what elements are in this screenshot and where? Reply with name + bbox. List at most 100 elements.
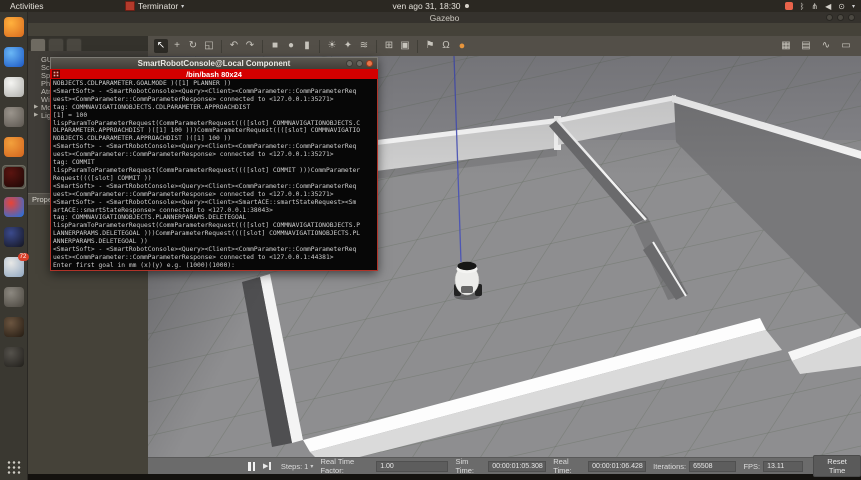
expand-arrow-icon: ▶ (34, 112, 41, 118)
ubuntu-dock: 72 (0, 12, 28, 480)
terminal-line: NOBJECTS.CDLPARAMETER.GOALMODE )([1] PLA… (53, 80, 375, 88)
screenshot-icon[interactable]: ▦ (779, 39, 793, 53)
gazebo-menubar (28, 23, 861, 37)
real-time-label: Real Time: (553, 457, 585, 475)
box-shape-icon[interactable]: ■ (268, 39, 282, 53)
select-tool-icon[interactable]: ↖ (154, 39, 168, 53)
gnome-top-bar: Activities Terminator ▾ ven ago 31, 18:3… (0, 0, 861, 12)
topic-visualization-icon[interactable]: ▭ (839, 39, 853, 53)
terminal-tab-bar[interactable]: /bin/bash 80x24 (50, 69, 378, 79)
reset-time-button[interactable]: Reset Time (813, 455, 861, 477)
paste-icon[interactable]: ▣ (398, 39, 412, 53)
show-applications-icon[interactable] (6, 460, 21, 475)
chevron-down-icon: ▾ (310, 463, 313, 470)
directional-light-icon[interactable]: ≋ (357, 39, 371, 53)
dock-item-monitor[interactable] (2, 345, 26, 369)
terminator-group-icon[interactable] (52, 70, 60, 78)
dock-item-terminal[interactable] (2, 285, 26, 309)
terminal-titlebar[interactable]: SmartRobotConsole@Local Component (50, 57, 378, 69)
plot-icon[interactable]: ∿ (819, 39, 833, 53)
robot-base (461, 286, 473, 293)
rtf-label: Real Time Factor: (320, 457, 373, 475)
step-button[interactable]: ▶ (263, 462, 271, 470)
minimize-button[interactable] (346, 60, 353, 67)
point-light-icon[interactable]: ☀ (325, 39, 339, 53)
app-icon (4, 317, 24, 337)
focused-app-menu[interactable]: Terminator ▾ (125, 0, 184, 12)
rtf-field[interactable]: 1.00 (376, 461, 448, 472)
terminal-line: <SmartSoft> - <SmartRobotConsole><Query>… (53, 246, 375, 254)
icon-glyph: ☀ (328, 39, 337, 53)
maximize-button[interactable] (837, 14, 844, 21)
toolbar-separator[interactable] (262, 40, 263, 53)
tab-insert[interactable] (48, 38, 64, 51)
terminal-line: uest><CommParameter::CommParameterRespon… (53, 191, 375, 199)
undo-icon[interactable]: ↶ (227, 39, 241, 53)
icon-glyph: ↖ (157, 39, 165, 53)
toolbar-separator[interactable] (417, 40, 418, 53)
redo-icon[interactable]: ↷ (243, 39, 257, 53)
dock-item-box[interactable] (2, 315, 26, 339)
minimize-button[interactable] (826, 14, 833, 21)
icon-glyph: ▮ (304, 39, 310, 53)
focused-app-name: Terminator (138, 1, 178, 11)
log-record-icon[interactable]: ▤ (799, 39, 813, 53)
dock-item-browser-blue[interactable] (2, 45, 26, 69)
dock-item-terminator[interactable] (2, 165, 26, 189)
align-icon[interactable]: ⚑ (423, 39, 437, 53)
maximize-button[interactable] (356, 60, 363, 67)
window-title: Gazebo (430, 13, 460, 23)
app-icon (4, 227, 24, 247)
snap-icon[interactable]: Ω (439, 39, 453, 53)
pause-button[interactable] (248, 461, 255, 471)
copy-icon[interactable]: ⊞ (382, 39, 396, 53)
terminal-line: <SmartSoft> - <SmartRobotConsole><Query>… (53, 199, 375, 207)
toolbar-separator[interactable] (319, 40, 320, 53)
icon-glyph: ■ (272, 39, 278, 53)
terminal-content[interactable]: NOBJECTS.CDLPARAMETER.GOALMODE )([1] PLA… (50, 79, 378, 271)
dock-item-software[interactable] (2, 135, 26, 159)
toolbar-separator[interactable] (376, 40, 377, 53)
cylinder-shape-icon[interactable]: ▮ (300, 39, 314, 53)
toolbar-separator[interactable] (221, 40, 222, 53)
icon-glyph: ✦ (344, 39, 352, 53)
dock-item-ide[interactable] (2, 225, 26, 249)
clock-menu[interactable]: ven ago 31, 18:30 (392, 1, 468, 11)
icon-glyph: ≋ (360, 39, 368, 53)
terminal-line: lispParamToParameterRequest(CommParamete… (53, 120, 375, 128)
icon-glyph: + (174, 39, 180, 53)
camera-angle-icon[interactable]: ● (455, 39, 469, 53)
sphere-shape-icon[interactable]: ● (284, 39, 298, 53)
power-icon: ⊙ (838, 2, 845, 11)
dock-item-files[interactable] (2, 105, 26, 129)
terminal-line: [1] = 100 (53, 112, 375, 120)
close-button[interactable] (848, 14, 855, 21)
dock-item-camera[interactable] (2, 75, 26, 99)
translate-tool-icon[interactable]: + (170, 39, 184, 53)
icon-glyph: ∿ (822, 39, 830, 53)
desktop: Activities Terminator ▾ ven ago 31, 18:3… (0, 0, 861, 480)
icon-glyph: ▣ (400, 39, 409, 53)
rotate-tool-icon[interactable]: ↻ (186, 39, 200, 53)
gazebo-titlebar[interactable]: Gazebo (28, 12, 861, 23)
steps-dropdown[interactable]: Steps: 1 ▾ (281, 462, 313, 471)
system-tray[interactable]: ᛒ ⋔ ◀ ⊙ ▾ (785, 0, 855, 12)
dock-item-chrome[interactable] (2, 195, 26, 219)
chevron-down-icon: ▾ (181, 3, 184, 10)
icon-glyph: ⊞ (385, 39, 393, 53)
fps-label: FPS: (743, 462, 760, 471)
iterations-field: 65508 (689, 461, 736, 472)
terminal-line: artACE::smartStateResponse> connected to… (53, 207, 375, 215)
dock-item-mail[interactable]: 72 (2, 255, 26, 279)
dock-item-firefox[interactable] (2, 15, 26, 39)
network-icon: ⋔ (811, 2, 818, 11)
scale-tool-icon[interactable]: ◱ (202, 39, 216, 53)
close-button[interactable] (366, 60, 373, 67)
tab-layers[interactable] (66, 38, 82, 51)
spot-light-icon[interactable]: ✦ (341, 39, 355, 53)
activities-button[interactable]: Activities (10, 1, 44, 11)
steps-value: 1 (304, 462, 308, 471)
tab-world[interactable] (30, 38, 46, 51)
icon-glyph: ↷ (246, 39, 254, 53)
sim-time-field: 00:00:01:05.308 (488, 461, 546, 472)
